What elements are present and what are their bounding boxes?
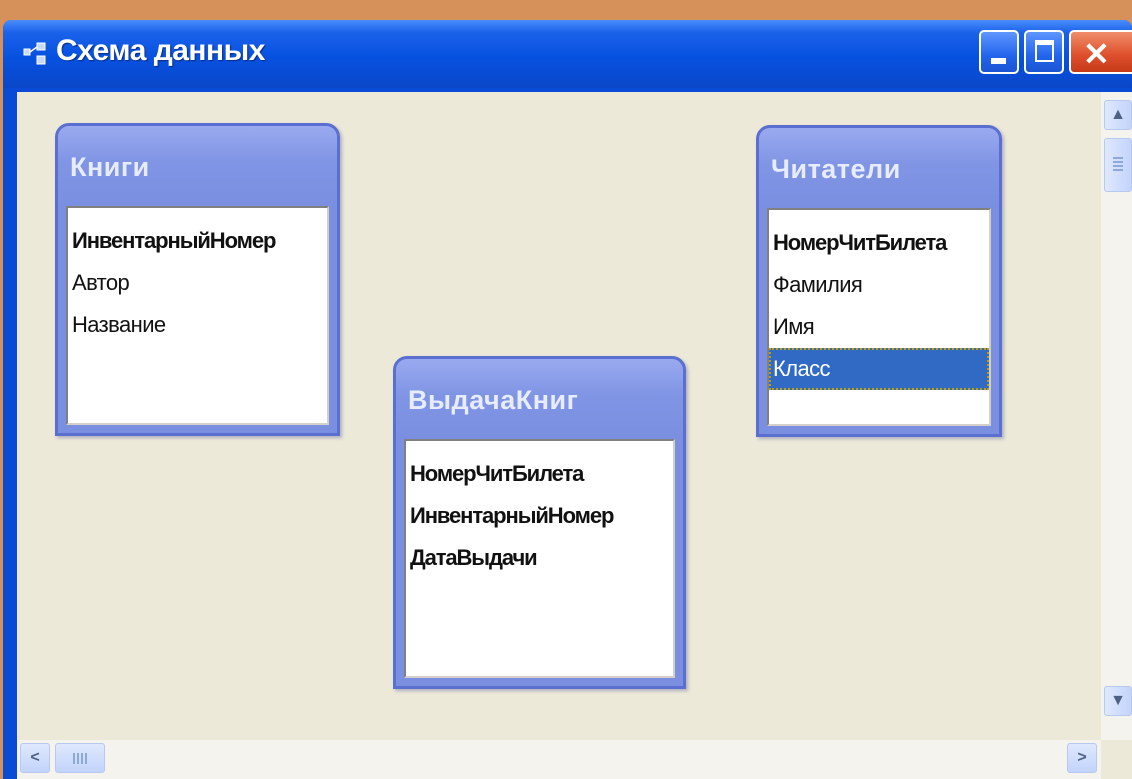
close-icon: ✕ (1083, 36, 1110, 72)
scroll-up-button[interactable]: ▲ (1104, 100, 1132, 130)
field-item[interactable]: НомерЧитБилета (406, 453, 673, 495)
table-knigi[interactable]: Книги ИнвентарныйНомер Автор Название (55, 123, 340, 436)
horizontal-scrollbar[interactable]: < > (17, 740, 1101, 779)
minimize-icon (991, 58, 1006, 64)
field-item[interactable]: Фамилия (769, 264, 989, 306)
field-list[interactable]: ИнвентарныйНомер Автор Название (66, 206, 329, 425)
minimize-button[interactable] (979, 30, 1019, 74)
field-item[interactable]: Название (68, 304, 327, 346)
table-title: ВыдачаКниг (408, 385, 579, 415)
field-item[interactable]: ИнвентарныйНомер (68, 220, 327, 262)
relationships-window: Схема данных ✕ Книги ИнвентарныйНомер Ав… (3, 20, 1132, 779)
relationships-icon (23, 42, 46, 65)
vertical-scroll-thumb[interactable] (1104, 138, 1132, 192)
table-chitateli[interactable]: Читатели НомерЧитБилета Фамилия Имя Клас… (756, 125, 1002, 437)
table-header[interactable]: ВыдачаКниг (396, 359, 683, 437)
table-title: Книги (70, 152, 150, 182)
table-title: Читатели (771, 154, 901, 184)
scroll-down-button[interactable]: ▼ (1104, 686, 1132, 716)
scroll-right-button[interactable]: > (1067, 743, 1097, 773)
maximize-button[interactable] (1024, 30, 1064, 74)
scroll-left-button[interactable]: < (20, 743, 50, 773)
field-item[interactable]: ДатаВыдачи (406, 537, 673, 579)
field-item[interactable]: Имя (769, 306, 989, 348)
vertical-scrollbar[interactable]: ▲ ▼ (1101, 92, 1132, 740)
horizontal-scroll-thumb[interactable] (55, 743, 105, 773)
field-list[interactable]: НомерЧитБилета ИнвентарныйНомер ДатаВыда… (404, 439, 675, 678)
relationships-workspace[interactable]: Книги ИнвентарныйНомер Автор Название Вы… (17, 92, 1132, 779)
title-bar[interactable]: Схема данных ✕ (3, 20, 1132, 88)
field-list[interactable]: НомерЧитБилета Фамилия Имя Класс (767, 208, 991, 426)
close-button[interactable]: ✕ (1069, 30, 1132, 74)
table-vydacha-knig[interactable]: ВыдачаКниг НомерЧитБилета ИнвентарныйНом… (393, 356, 686, 689)
table-header[interactable]: Читатели (759, 128, 999, 206)
scrollbar-corner (1101, 740, 1132, 779)
maximize-icon (1035, 40, 1054, 62)
window-title: Схема данных (56, 34, 265, 67)
field-item[interactable]: НомерЧитБилета (769, 222, 989, 264)
table-header[interactable]: Книги (58, 126, 337, 204)
field-item[interactable]: ИнвентарныйНомер (406, 495, 673, 537)
field-item[interactable]: Автор (68, 262, 327, 304)
field-item-selected[interactable]: Класс (769, 348, 989, 390)
